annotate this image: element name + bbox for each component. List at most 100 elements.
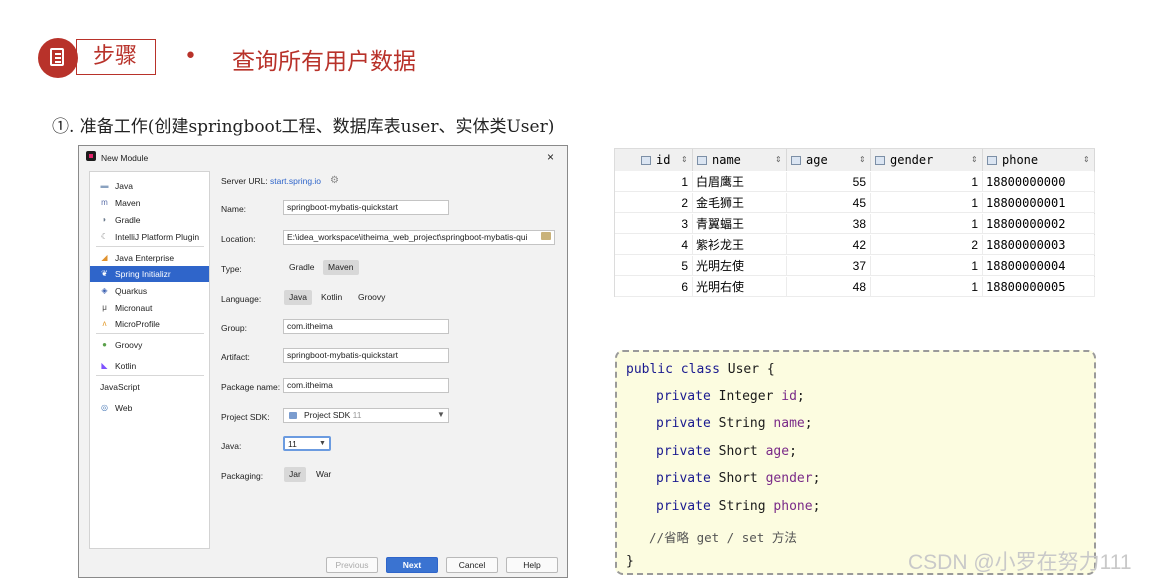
sidebar-item-gradle[interactable]: ◗ Gradle: [90, 212, 209, 228]
sidebar-separator: [96, 375, 204, 376]
table-cell[interactable]: 1: [871, 193, 983, 213]
table-cell[interactable]: 5: [615, 256, 693, 276]
table-cell[interactable]: 1: [871, 172, 983, 192]
package-name-label: Package name:: [221, 382, 281, 392]
java-chevron-down-icon[interactable]: ▼: [319, 440, 326, 447]
table-cell[interactable]: 1: [615, 172, 693, 192]
column-icon: [987, 156, 997, 165]
table-cell[interactable]: 1: [871, 277, 983, 297]
column-icon: [697, 156, 707, 165]
project-sdk-label: Project SDK:: [221, 412, 270, 422]
table-cell[interactable]: 白眉鹰王: [693, 172, 787, 192]
sort-icon[interactable]: ⇕: [775, 149, 782, 171]
column-header-phone[interactable]: phone ⇕: [983, 149, 1095, 171]
column-header-age[interactable]: age ⇕: [787, 149, 871, 171]
cancel-button[interactable]: Cancel: [446, 557, 498, 573]
sidebar-item-micronaut[interactable]: μ Micronaut: [90, 300, 209, 316]
sidebar-item-label: Spring Initializr: [115, 269, 171, 279]
language-kotlin-option[interactable]: Kotlin: [316, 290, 347, 305]
table-cell[interactable]: 青翼蝠王: [693, 214, 787, 234]
name-field[interactable]: springboot-mybatis-quickstart: [283, 200, 449, 215]
table-cell[interactable]: 光明左使: [693, 256, 787, 276]
code-field-name: gender: [765, 471, 813, 487]
table-cell[interactable]: 18800000002: [983, 214, 1095, 234]
table-cell[interactable]: 38: [787, 214, 871, 234]
table-cell[interactable]: 4: [615, 235, 693, 255]
column-header-id[interactable]: id ⇕: [615, 149, 693, 171]
code-keyword: private: [656, 416, 711, 432]
table-cell[interactable]: 2: [871, 235, 983, 255]
table-cell[interactable]: 18800000001: [983, 193, 1095, 213]
table-cell[interactable]: 光明右使: [693, 277, 787, 297]
sidebar-item-java[interactable]: ▬ Java: [90, 178, 209, 194]
table-cell[interactable]: 37: [787, 256, 871, 276]
folder-icon[interactable]: [541, 232, 551, 240]
code-type: Short: [718, 471, 758, 487]
table-cell[interactable]: 42: [787, 235, 871, 255]
sidebar-item-intellij-platform-plugin[interactable]: ☾ IntelliJ Platform Plugin: [90, 229, 209, 245]
code-type: String: [718, 498, 766, 514]
type-gradle-option[interactable]: Gradle: [284, 260, 320, 275]
code-field-line: private Integer id;: [656, 389, 805, 404]
sort-icon[interactable]: ⇕: [1083, 149, 1090, 171]
help-button[interactable]: Help: [506, 557, 558, 573]
sidebar-item-microprofile[interactable]: ʌ MicroProfile: [90, 316, 209, 332]
type-maven-option[interactable]: Maven: [323, 260, 359, 275]
server-url-link[interactable]: start.spring.io: [270, 176, 321, 186]
csdn-watermark: CSDN @小罗在努力111: [908, 551, 1132, 574]
close-icon[interactable]: ×: [547, 150, 554, 164]
sidebar-item-groovy[interactable]: ● Groovy: [90, 337, 209, 353]
next-button[interactable]: Next: [386, 557, 438, 573]
packaging-jar-option[interactable]: Jar: [284, 467, 306, 482]
column-name: age: [806, 153, 828, 167]
sidebar-item-maven[interactable]: m Maven: [90, 195, 209, 211]
sidebar-item-quarkus[interactable]: ◈ Quarkus: [90, 283, 209, 299]
language-groovy-option[interactable]: Groovy: [353, 290, 390, 305]
package-name-field[interactable]: com.itheima: [283, 378, 449, 393]
sidebar-item-kotlin[interactable]: ◣ Kotlin: [90, 358, 209, 374]
column-header-gender[interactable]: gender ⇕: [871, 149, 983, 171]
type-label: Type:: [221, 264, 242, 274]
table-cell[interactable]: 紫衫龙王: [693, 235, 787, 255]
column-name: gender: [890, 153, 934, 167]
column-icon: [875, 156, 885, 165]
sort-icon[interactable]: ⇕: [859, 149, 866, 171]
table-cell[interactable]: 1: [871, 214, 983, 234]
sidebar-item-spring-initializr[interactable]: ❦ Spring Initializr: [90, 266, 209, 282]
sort-icon[interactable]: ⇕: [681, 149, 688, 171]
table-cell[interactable]: 6: [615, 277, 693, 297]
table-cell[interactable]: 55: [787, 172, 871, 192]
project-sdk-select[interactable]: Project SDK 11: [283, 408, 449, 423]
table-cell[interactable]: 18800000005: [983, 277, 1095, 297]
table-cell[interactable]: 18800000000: [983, 172, 1095, 192]
table-cell[interactable]: 45: [787, 193, 871, 213]
sort-icon[interactable]: ⇕: [971, 149, 978, 171]
sidebar-item-label: IntelliJ Platform Plugin: [115, 232, 200, 242]
location-field[interactable]: E:\idea_workspace\itheima_web_project\sp…: [283, 230, 555, 245]
column-header-name[interactable]: name ⇕: [693, 149, 787, 171]
table-cell[interactable]: 18800000003: [983, 235, 1095, 255]
table-cell[interactable]: 48: [787, 277, 871, 297]
sidebar-item-java-enterprise[interactable]: ◢ Java Enterprise: [90, 250, 209, 266]
table-cell[interactable]: 18800000004: [983, 256, 1095, 276]
table-cell[interactable]: 金毛狮王: [693, 193, 787, 213]
sidebar-item-javascript[interactable]: JavaScript: [90, 379, 209, 395]
intellij-app-icon: [86, 151, 96, 161]
packaging-war-option[interactable]: War: [311, 467, 336, 482]
previous-button[interactable]: Previous: [326, 557, 378, 573]
language-java-option[interactable]: Java: [284, 290, 312, 305]
sidebar-item-web[interactable]: ◎ Web: [90, 400, 209, 416]
table-cell[interactable]: 2: [615, 193, 693, 213]
dialog-titlebar: [79, 146, 567, 168]
table-cell[interactable]: 3: [615, 214, 693, 234]
gear-icon[interactable]: ⚙: [330, 175, 339, 186]
artifact-field[interactable]: springboot-mybatis-quickstart: [283, 348, 449, 363]
dialog-title: New Module: [101, 153, 149, 163]
sidebar-item-label: Micronaut: [115, 303, 153, 313]
group-field[interactable]: com.itheima: [283, 319, 449, 334]
chevron-down-icon[interactable]: ▼: [437, 410, 445, 419]
table-cell[interactable]: 1: [871, 256, 983, 276]
column-icon: [791, 156, 801, 165]
code-field-line: private Short age;: [656, 443, 797, 459]
sdk-version: 11: [352, 410, 362, 420]
